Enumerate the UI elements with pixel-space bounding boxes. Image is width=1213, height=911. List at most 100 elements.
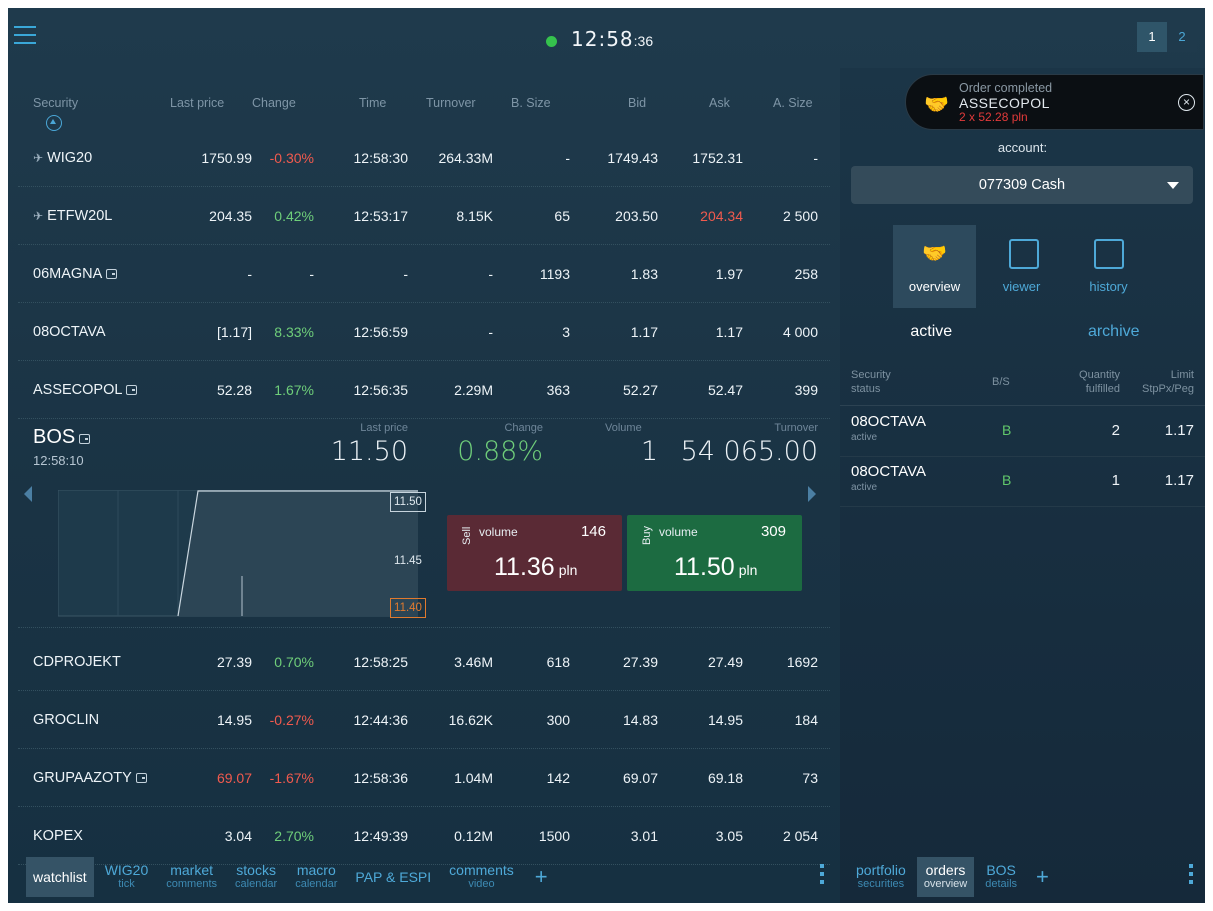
orders-col-fulfilled: fulfilled — [1085, 383, 1120, 395]
cell-last: 52.28 — [216, 382, 252, 398]
portfolio-icon — [79, 434, 91, 444]
col-ask[interactable]: Ask — [709, 96, 730, 110]
cell-bid: 203.50 — [615, 208, 658, 224]
order-status: active — [851, 432, 878, 443]
panel-tab-orders[interactable]: orders overview — [916, 856, 975, 897]
sort-ascending-icon[interactable] — [46, 115, 62, 131]
order-quantity: 1 — [1111, 472, 1120, 489]
cell-bid: 1.83 — [630, 266, 658, 282]
pin-icon: ✈ — [33, 151, 44, 165]
col-bid[interactable]: Bid — [628, 96, 646, 110]
handshake-icon: 🤝 — [922, 243, 947, 265]
panel-tab-bos[interactable]: BOS details — [978, 857, 1024, 897]
tab-label: BOS — [986, 861, 1016, 878]
orders-col-limit: Limit — [1170, 369, 1194, 381]
tab-label: market — [170, 861, 214, 878]
tab-label: watchlist — [33, 868, 87, 885]
security-name: CDPROJEKT — [33, 634, 121, 691]
sell-volume-value: 146 — [580, 523, 606, 540]
col-ask-size[interactable]: A. Size — [773, 96, 813, 110]
tab-sublabel: calendar — [295, 877, 338, 890]
segment-archive[interactable]: archive — [1023, 323, 1206, 341]
table-row[interactable]: CDPROJEKT 27.39 0.70% 12:58:25 3.46M 618 27.39… — [18, 634, 830, 691]
page-tab-2[interactable]: 2 — [1167, 22, 1197, 52]
orders-col-stoppx: StpPx/Peg — [1142, 383, 1194, 395]
tab-market[interactable]: market comments — [159, 857, 224, 897]
table-row[interactable]: 08OCTAVA [1.17] 8.33% 12:56:59 - 3 1.17 1.17 4 0… — [18, 304, 830, 361]
cell-last: 69.07 — [216, 770, 252, 786]
cell-change: -0.30% — [269, 150, 314, 166]
detail-change-value: 0.88% — [457, 436, 543, 467]
tab-macro[interactable]: macro calendar — [288, 857, 344, 897]
clock-seconds: :36 — [633, 33, 654, 49]
security-label: ASSECOPOL — [33, 382, 123, 398]
order-row[interactable]: 08OCTAVA active B 1 1.17 — [840, 457, 1205, 507]
order-row[interactable]: 08OCTAVA active B 2 1.17 — [840, 407, 1205, 457]
price-area — [178, 491, 418, 616]
col-turnover[interactable]: Turnover — [426, 96, 476, 110]
tab-sublabel: calendar — [235, 877, 278, 890]
tab-watchlist[interactable]: watchlist — [26, 856, 94, 897]
cell-ask: 27.49 — [707, 654, 743, 670]
col-security[interactable]: Security — [33, 96, 78, 110]
segment-active[interactable]: active — [840, 323, 1023, 341]
order-notification[interactable]: 🤝 Order completed ASSECOPOL 2 x 52.28 pl… — [905, 74, 1204, 130]
panel-tab-portfolio[interactable]: portfolio securities — [849, 857, 913, 897]
account-select[interactable]: 077309 Cash — [851, 166, 1193, 204]
table-row[interactable]: ASSECOPOL 52.28 1.67% 12:56:35 2.29M 363 52.27… — [18, 362, 830, 419]
tab-stocks[interactable]: stocks calendar — [228, 857, 284, 897]
more-options-icon[interactable] — [820, 864, 824, 888]
table-row[interactable]: GROCLIN 14.95 -0.27% 12:44:36 16.62K 300 14.83… — [18, 692, 830, 749]
table-row[interactable]: 06MAGNA - - - - 1193 1.83 1.97 258 — [18, 246, 830, 303]
cell-asize: 1692 — [786, 654, 818, 670]
buy-quote-button[interactable]: Buy volume 309 11.50 pln — [627, 515, 802, 591]
cell-last: 1750.99 — [201, 150, 252, 166]
cell-bid: 1.17 — [630, 324, 658, 340]
cell-ask: 1.97 — [715, 266, 743, 282]
app-screen: 12:58 :36 1 2 Security Last price Change… — [8, 8, 1205, 903]
detail-time: 12:58:10 — [33, 453, 84, 468]
sell-quote-button[interactable]: Sell volume 146 11.36 pln — [447, 515, 622, 591]
tab-wig20[interactable]: WIG20 tick — [98, 857, 156, 897]
more-options-icon[interactable] — [1189, 864, 1193, 888]
market-clock: 12:58 :36 — [546, 27, 653, 51]
table-row[interactable]: GRUPAAZOTY 69.07 -1.67% 12:58:36 1.04M 142 69.… — [18, 750, 830, 807]
tab-history[interactable]: history — [1067, 225, 1150, 308]
order-security: 08OCTAVA — [851, 413, 927, 430]
col-change[interactable]: Change — [252, 96, 296, 110]
detail-volume-label: Volume — [605, 422, 642, 434]
cell-ask: 1752.31 — [692, 150, 743, 166]
cell-last: - — [247, 266, 252, 282]
tab-sublabel: comments — [166, 877, 218, 890]
previous-security-icon[interactable] — [24, 486, 32, 502]
intraday-chart-svg — [57, 489, 419, 617]
tab-viewer-label: viewer — [1002, 279, 1041, 294]
detail-turnover-label: Turnover — [774, 422, 818, 434]
add-tab-button[interactable]: + — [527, 864, 556, 890]
close-icon[interactable]: × — [1178, 94, 1195, 111]
cell-last: 27.39 — [216, 654, 252, 670]
tab-viewer[interactable]: viewer — [980, 225, 1063, 308]
tab-overview[interactable]: 🤝 overview — [893, 225, 976, 308]
document-clock-icon — [1008, 239, 1039, 269]
cell-change: 0.70% — [274, 654, 314, 670]
menu-icon[interactable] — [14, 26, 36, 44]
tab-comments[interactable]: comments video — [442, 857, 521, 897]
col-time[interactable]: Time — [359, 96, 386, 110]
order-status: active — [851, 482, 878, 493]
tab-pap-espi[interactable]: PAP & ESPI — [348, 857, 438, 897]
cell-asize: 73 — [802, 770, 818, 786]
tab-sublabel: securities — [857, 877, 905, 890]
order-quantity: 2 — [1111, 422, 1120, 439]
page-tab-1[interactable]: 1 — [1137, 22, 1167, 52]
col-last-price[interactable]: Last price — [170, 96, 224, 110]
cell-asize: 2 500 — [782, 208, 818, 224]
cell-asize: - — [813, 150, 818, 166]
add-panel-tab-button[interactable]: + — [1028, 864, 1057, 890]
table-row[interactable]: ✈ ETFW20L 204.35 0.42% 12:53:17 8.15K 65 203.50… — [18, 188, 830, 245]
next-security-icon[interactable] — [808, 486, 816, 502]
table-row[interactable]: ✈ WIG20 1750.99 -0.30% 12:58:30 264.33M - 1749.… — [18, 130, 830, 187]
cell-bsize: 363 — [546, 382, 570, 398]
buy-volume-label: volume — [659, 525, 698, 539]
col-bid-size[interactable]: B. Size — [511, 96, 551, 110]
